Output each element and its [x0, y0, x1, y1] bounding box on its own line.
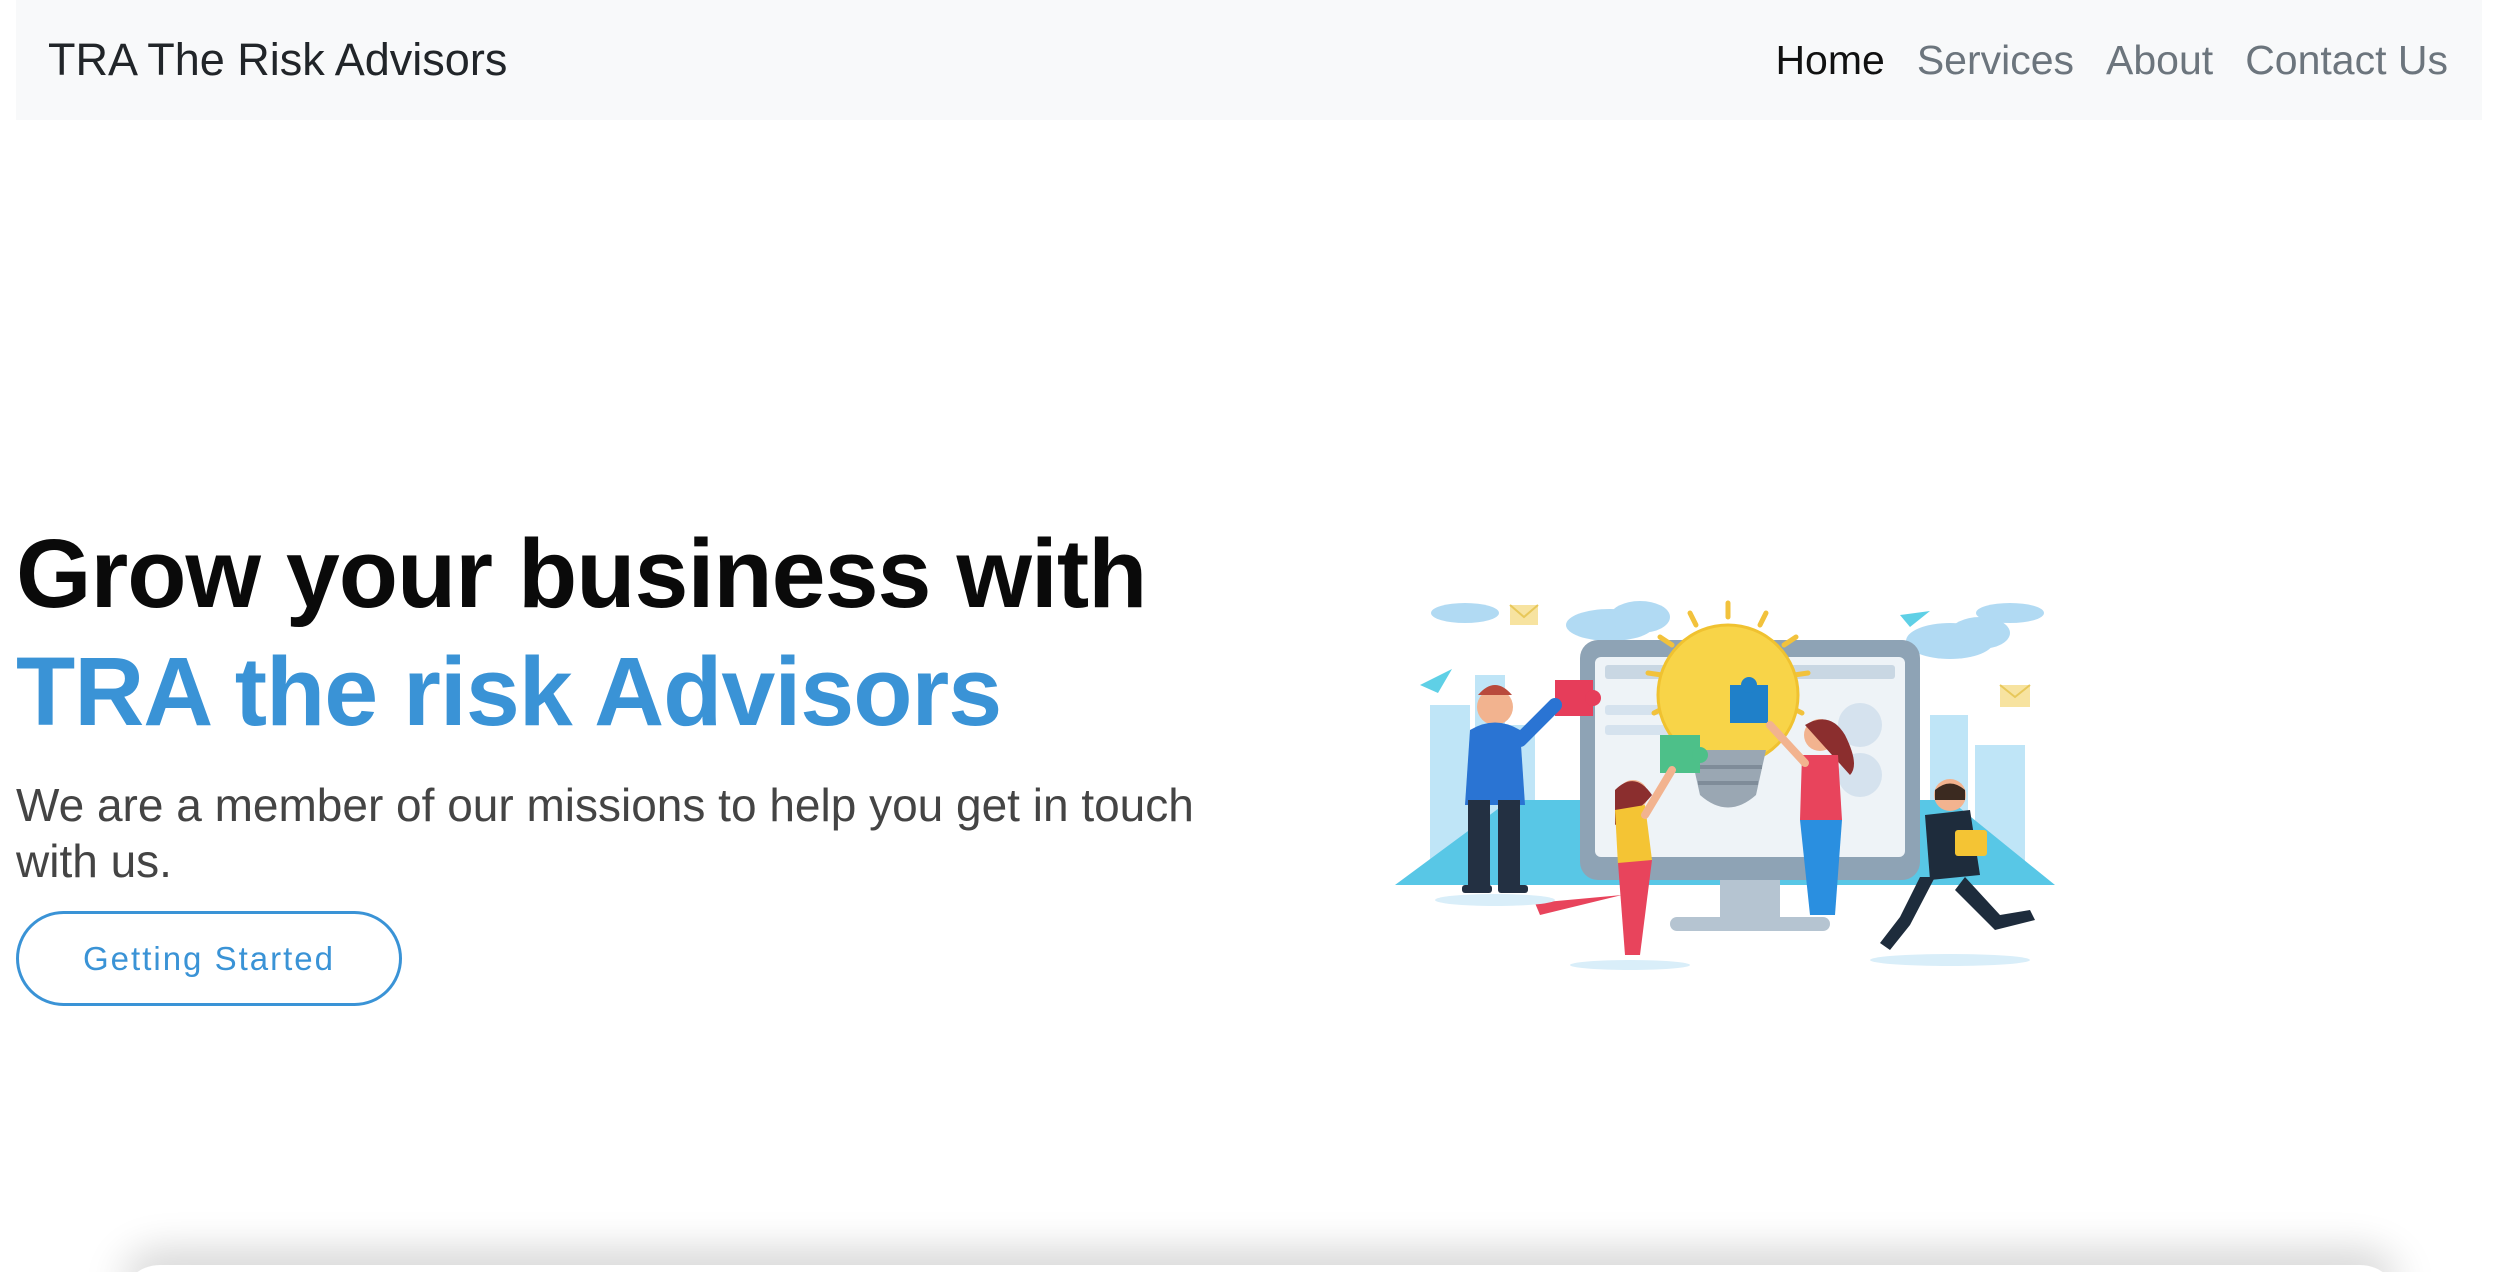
getting-started-button[interactable]: Getting Started: [16, 911, 402, 1006]
teamwork-lightbulb-illustration-icon: [1395, 600, 2055, 970]
hero-headline: Grow your business with TRA the risk Adv…: [16, 515, 1256, 751]
hero-headline-line1: Grow your business with: [16, 519, 1147, 628]
nav-link-contact-us[interactable]: Contact Us: [2245, 37, 2448, 84]
bottom-card-shadow: [120, 1265, 2400, 1272]
hero-section: Grow your business with TRA the risk Adv…: [16, 515, 1256, 889]
nav-link-services[interactable]: Services: [1917, 37, 2074, 84]
brand-link[interactable]: TRA The Risk Advisors: [48, 34, 507, 86]
navbar: TRA The Risk Advisors Home Services Abou…: [16, 0, 2482, 120]
hero-subtitle: We are a member of our missions to help …: [16, 779, 1194, 887]
nav-link-home[interactable]: Home: [1775, 37, 1884, 84]
hero-headline-accent: TRA the risk Advisors: [16, 637, 1002, 746]
nav-links: Home Services About Contact Us: [1775, 37, 2448, 84]
nav-link-about[interactable]: About: [2106, 37, 2213, 84]
